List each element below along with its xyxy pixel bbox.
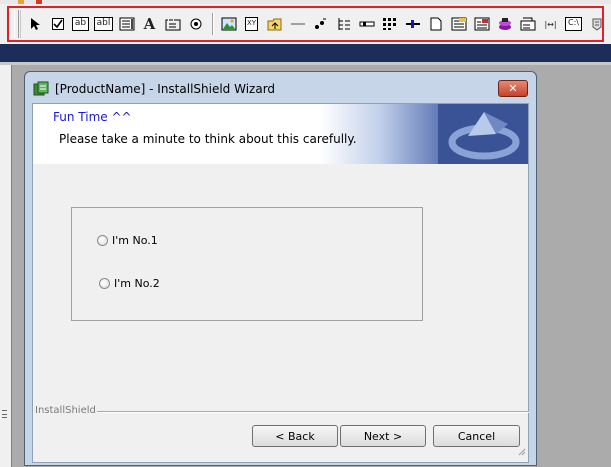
close-icon: ✕ (508, 82, 518, 95)
left-pane (0, 65, 12, 467)
dialog-title: [ProductName] - InstallShield Wizard (55, 82, 276, 96)
radio-label: I'm No.1 (112, 234, 158, 247)
radio-button-icon[interactable] (99, 278, 110, 289)
banner-subtitle: Please take a minute to think about this… (59, 132, 357, 146)
radio-option-1[interactable]: I'm No.1 (97, 234, 158, 247)
toolbar-highlight-box (7, 6, 604, 42)
dialog-client-area: Fun Time ^^ Please take a minute to thin… (32, 103, 529, 463)
cancel-button[interactable]: Cancel (433, 425, 520, 447)
header-banner: Fun Time ^^ Please take a minute to thin… (33, 104, 528, 164)
back-button[interactable]: < Back (252, 425, 338, 447)
editor-header-bar (0, 44, 611, 64)
installer-app-icon (33, 81, 49, 101)
top-strip (0, 0, 611, 4)
banner-title: Fun Time ^^ (53, 110, 132, 124)
radio-button-icon[interactable] (97, 235, 108, 246)
footer-divider (97, 411, 529, 413)
close-button[interactable]: ✕ (498, 80, 528, 97)
tab-marker-icon (18, 0, 24, 4)
next-button[interactable]: Next > (340, 425, 426, 447)
radio-label: I'm No.2 (114, 277, 160, 290)
splitter-grip-icon[interactable] (2, 410, 7, 418)
editor-header-border (0, 62, 611, 65)
dialog-titlebar[interactable]: [ProductName] - InstallShield Wizard ✕ (25, 72, 536, 104)
installshield-dialog: [ProductName] - InstallShield Wizard ✕ F… (24, 71, 537, 466)
installshield-logo-icon (438, 104, 528, 168)
options-group-box (71, 207, 423, 321)
resize-grip-icon[interactable] (516, 441, 526, 460)
tab-marker-icon (36, 0, 42, 4)
footer-brand: InstallShield (35, 405, 96, 416)
radio-option-2[interactable]: I'm No.2 (99, 277, 160, 290)
